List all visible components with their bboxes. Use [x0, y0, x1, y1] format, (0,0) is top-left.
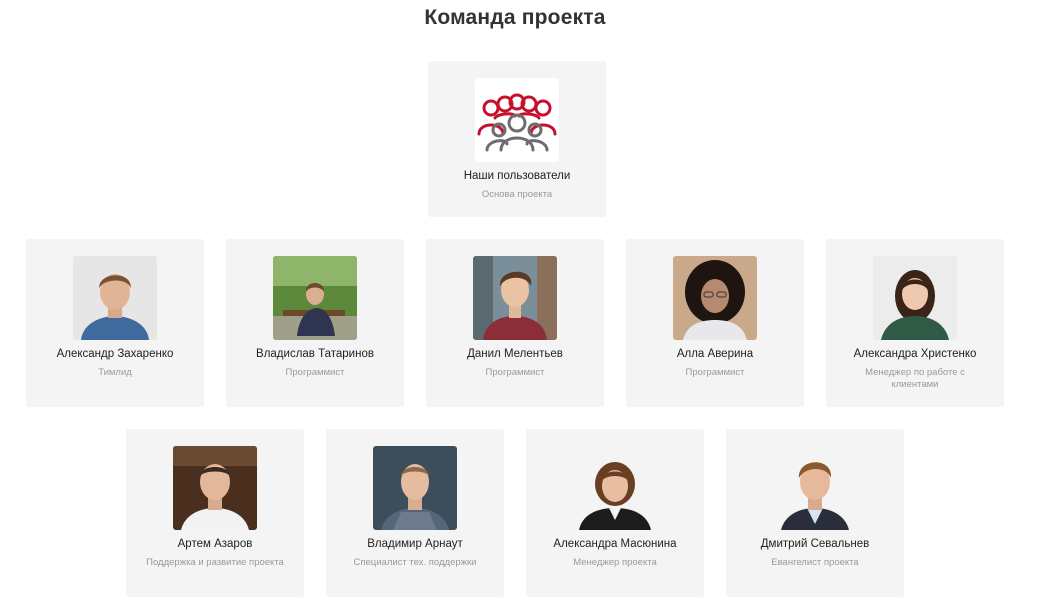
page-title: Команда проекта [424, 6, 606, 29]
team-card: Владислав Татаринов Программист [226, 239, 404, 407]
team-card: Артем Азаров Поддержка и развитие проект… [126, 429, 304, 597]
team-card: Владимир Арнаут Специалист тех. поддержк… [326, 429, 504, 597]
member-avatar [573, 446, 657, 530]
team-card: Александра Христенко Менеджер по работе … [826, 239, 1004, 407]
team-card: Александр Захаренко Тимлид [26, 239, 204, 407]
member-role: Программист [685, 367, 745, 378]
member-avatar [73, 256, 157, 340]
member-name: Дмитрий Севальнев [760, 538, 870, 550]
team-card: Дмитрий Севальнев Евангелист проекта [726, 429, 904, 597]
member-role: Специалист тех. поддержки [353, 557, 477, 568]
users-group-icon [475, 78, 559, 162]
member-name: Александр Захаренко [56, 348, 174, 360]
member-role: Программист [485, 367, 545, 378]
member-name: Владислав Татаринов [256, 348, 374, 360]
member-name: Александра Масюнина [553, 538, 677, 550]
member-role: Евангелист проекта [771, 557, 859, 568]
member-name: Данил Мелентьев [467, 348, 563, 360]
member-avatar [673, 256, 757, 340]
member-role: Программист [285, 367, 345, 378]
member-role: Тимлид [98, 367, 132, 378]
member-name: Александра Христенко [853, 348, 977, 360]
member-avatar [773, 446, 857, 530]
member-avatar [873, 256, 957, 340]
member-avatar [273, 256, 357, 340]
member-name: Алла Аверина [676, 348, 754, 360]
member-role: Основа проекта [481, 189, 553, 200]
member-avatar [473, 256, 557, 340]
member-name: Артем Азаров [177, 538, 253, 550]
member-avatar [173, 446, 257, 530]
team-card: Данил Мелентьев Программист [426, 239, 604, 407]
team-card-users: Наши пользователи Основа проекта [428, 61, 606, 217]
member-name: Владимир Арнаут [367, 538, 463, 550]
team-card: Алла Аверина Программист [626, 239, 804, 407]
member-role: Поддержка и развитие проекта [146, 557, 284, 568]
member-name: Наши пользователи [463, 170, 571, 182]
member-role: Менеджер проекта [573, 557, 657, 568]
member-avatar [373, 446, 457, 530]
team-card: Александра Масюнина Менеджер проекта [526, 429, 704, 597]
member-role: Менеджер по работе с клиентами [865, 367, 965, 390]
